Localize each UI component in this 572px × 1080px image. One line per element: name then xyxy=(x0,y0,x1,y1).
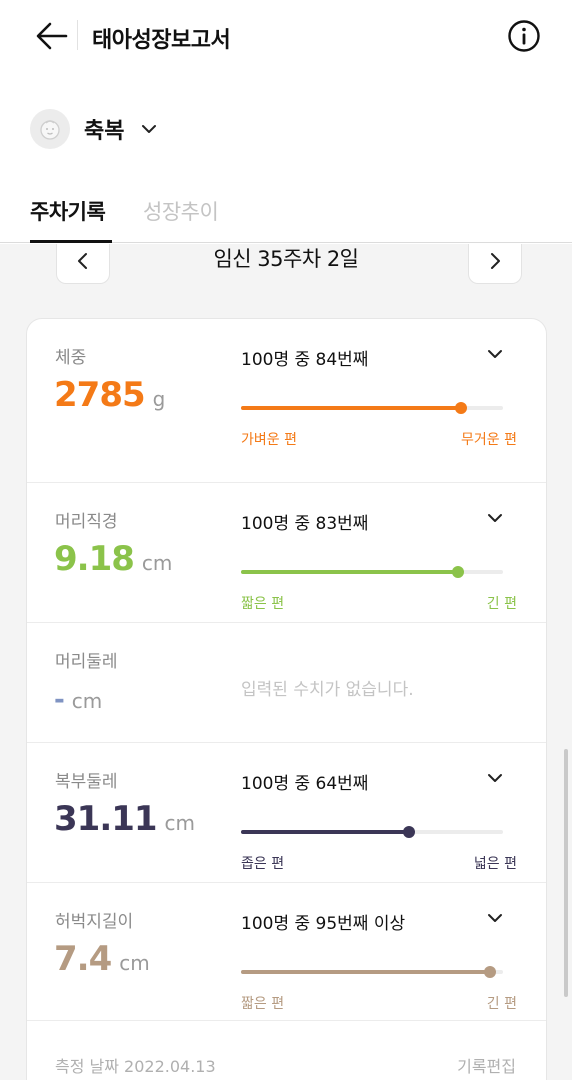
metric-rank: 100명 중 95번째 이상 xyxy=(241,914,406,934)
metric-unit: cm xyxy=(71,689,103,713)
metric-value: - cm xyxy=(54,685,102,715)
title-divider xyxy=(77,20,78,50)
metric-femur-length: 허벅지길이 7.4 cm 100명 중 95번째 이상 짧은 편 긴 편 xyxy=(27,883,546,1021)
metric-value: 2785 g xyxy=(54,375,165,415)
metric-number: - xyxy=(54,685,65,715)
metric-label: 복부둘레 xyxy=(55,772,118,792)
range-high-label: 긴 편 xyxy=(486,596,517,612)
metric-number: 9.18 xyxy=(54,539,135,579)
percentile-track xyxy=(241,566,503,578)
percentile-marker xyxy=(402,826,415,838)
range-low-label: 가벼운 편 xyxy=(241,432,297,448)
metric-label: 머리직경 xyxy=(55,512,118,532)
metric-weight: 체중 2785 g 100명 중 84번째 가벼운 편 무거운 편 xyxy=(27,319,546,483)
chevron-down-icon[interactable] xyxy=(486,909,504,927)
metric-rank: 100명 중 83번째 xyxy=(241,514,369,534)
range-high-label: 넓은 편 xyxy=(473,856,517,872)
metric-label: 머리둘레 xyxy=(55,652,118,672)
percentile-track xyxy=(241,402,503,414)
metric-rank: 100명 중 64번째 xyxy=(241,774,369,794)
metric-number: 2785 xyxy=(54,375,146,415)
chevron-right-icon xyxy=(491,252,500,269)
chevron-down-icon[interactable] xyxy=(486,509,504,527)
percentile-fill xyxy=(241,570,459,574)
content-area[interactable]: 임신 35주차 2일 체중 2785 g 100명 중 84번째 가벼운 편 무 xyxy=(0,244,572,1080)
range-low-label: 짧은 편 xyxy=(241,996,285,1012)
empty-value-message: 입력된 수치가 없습니다. xyxy=(241,680,414,700)
percentile-marker xyxy=(455,402,468,414)
metric-unit: g xyxy=(152,387,166,411)
baby-name: 축복 xyxy=(84,119,125,144)
metric-rank: 100명 중 84번째 xyxy=(241,350,369,370)
next-week-button[interactable] xyxy=(468,244,522,284)
tab-growth-trend[interactable]: 성장추이 xyxy=(143,196,219,226)
tab-weekly-record[interactable]: 주차기록 xyxy=(30,196,106,226)
percentile-fill xyxy=(241,406,462,410)
percentile-marker xyxy=(452,566,465,578)
metric-unit: cm xyxy=(141,551,173,575)
active-tab-indicator xyxy=(30,240,112,243)
baby-avatar xyxy=(30,109,70,149)
chevron-down-icon[interactable] xyxy=(486,769,504,787)
chevron-down-icon[interactable] xyxy=(486,345,504,363)
percentile-marker xyxy=(483,966,496,978)
baby-face-icon xyxy=(40,120,60,140)
metric-number: 31.11 xyxy=(54,799,158,839)
metric-head-circumference: 머리둘레 - cm 입력된 수치가 없습니다. xyxy=(27,623,546,743)
metric-head-diameter: 머리직경 9.18 cm 100명 중 83번째 짧은 편 긴 편 xyxy=(27,483,546,623)
measure-date: 측정 날짜 2022.04.13 xyxy=(55,1057,216,1076)
percentile-fill xyxy=(241,830,409,834)
week-navigator: 임신 35주차 2일 xyxy=(0,244,572,304)
page-title: 태아성장보고서 xyxy=(92,28,231,53)
card-footer: 측정 날짜 2022.04.13 기록편집 xyxy=(27,1021,546,1080)
growth-card: 체중 2785 g 100명 중 84번째 가벼운 편 무거운 편 머리직경 9… xyxy=(26,318,547,1080)
metric-unit: cm xyxy=(164,811,196,835)
range-low-label: 좁은 편 xyxy=(241,856,285,872)
chevron-down-icon xyxy=(142,125,157,133)
info-button[interactable] xyxy=(506,18,542,54)
back-arrow-icon xyxy=(36,22,68,50)
metric-value: 31.11 cm xyxy=(54,799,195,839)
metric-abdominal-circumference: 복부둘레 31.11 cm 100명 중 64번째 좁은 편 넓은 편 xyxy=(27,743,546,883)
range-low-label: 짧은 편 xyxy=(241,596,285,612)
metric-label: 허벅지길이 xyxy=(55,912,134,932)
app-bar: 태아성장보고서 xyxy=(0,0,572,72)
percentile-track xyxy=(241,966,503,978)
metric-label: 체중 xyxy=(55,348,87,368)
percentile-track xyxy=(241,826,503,838)
back-button[interactable] xyxy=(30,16,74,56)
info-icon xyxy=(508,20,540,52)
metric-value: 9.18 cm xyxy=(54,539,172,579)
range-high-label: 긴 편 xyxy=(486,996,517,1012)
metric-unit: cm xyxy=(119,951,150,975)
range-high-label: 무거운 편 xyxy=(461,432,517,448)
edit-record-button[interactable]: 기록편집 xyxy=(457,1053,516,1077)
tab-bar: 주차기록 성장추이 xyxy=(0,190,572,243)
metric-value: 7.4 cm xyxy=(54,939,150,979)
baby-selector[interactable]: 축복 xyxy=(30,108,158,150)
scrollbar[interactable] xyxy=(564,749,568,997)
percentile-fill xyxy=(241,970,490,974)
metric-number: 7.4 xyxy=(54,939,112,979)
